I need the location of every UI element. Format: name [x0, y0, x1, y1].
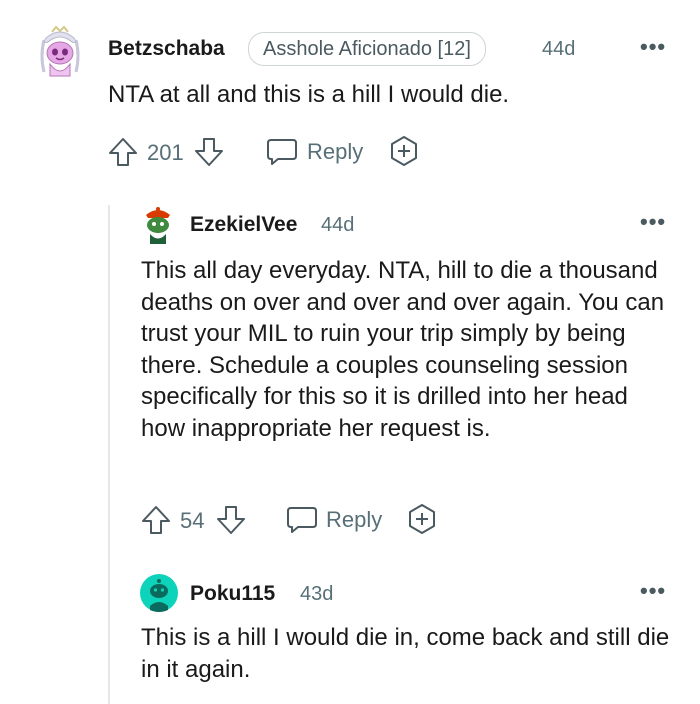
- arrow-up-icon: [109, 138, 137, 166]
- comment-body: This is a hill I would die in, come back…: [141, 624, 670, 683]
- more-options-button[interactable]: •••: [640, 578, 666, 604]
- comment-age[interactable]: 43d: [300, 583, 333, 606]
- user-flair: Asshole Aficionado [12]: [248, 32, 486, 66]
- award-plus-icon: [409, 504, 435, 534]
- comment-body: NTA at all and this is a hill I would di…: [108, 81, 510, 108]
- arrow-down-icon: [217, 506, 245, 534]
- comment-bubble-icon: [267, 139, 297, 165]
- arrow-up-icon: [142, 506, 170, 534]
- comment-username[interactable]: Betzschaba: [108, 37, 225, 61]
- vote-count: 201: [147, 140, 184, 165]
- arrow-down-icon: [195, 138, 223, 166]
- reply-label: Reply: [307, 139, 364, 164]
- upvote-button[interactable]: [141, 504, 171, 536]
- comment-age[interactable]: 44d: [542, 38, 575, 61]
- more-options-button[interactable]: •••: [640, 34, 666, 60]
- thread-line[interactable]: [108, 205, 110, 704]
- avatar-default-teal-icon: [140, 574, 178, 612]
- comment-username[interactable]: Poku115: [190, 582, 275, 606]
- more-options-button[interactable]: •••: [640, 209, 666, 235]
- comment-age[interactable]: 44d: [321, 214, 354, 237]
- avatar-snoo-green-icon: [146, 207, 170, 244]
- comment-bubble-icon: [287, 507, 317, 533]
- avatar-snoo-pink-icon: [40, 26, 80, 77]
- award-plus-icon: [391, 136, 417, 166]
- reply-button[interactable]: Reply: [266, 137, 363, 167]
- comment-username[interactable]: EzekielVee: [190, 213, 297, 237]
- reply-button[interactable]: Reply: [286, 505, 382, 535]
- comment-body: This all day everyday. NTA, hill to die …: [141, 257, 665, 442]
- avatar[interactable]: [141, 205, 175, 245]
- vote-count: 54: [180, 508, 205, 533]
- upvote-button[interactable]: [108, 136, 138, 168]
- award-button[interactable]: [389, 135, 419, 167]
- downvote-button[interactable]: [216, 504, 246, 536]
- avatar[interactable]: [140, 574, 178, 612]
- reply-label: Reply: [326, 507, 383, 532]
- award-button[interactable]: [407, 503, 437, 535]
- avatar[interactable]: [38, 26, 82, 78]
- downvote-button[interactable]: [194, 136, 224, 168]
